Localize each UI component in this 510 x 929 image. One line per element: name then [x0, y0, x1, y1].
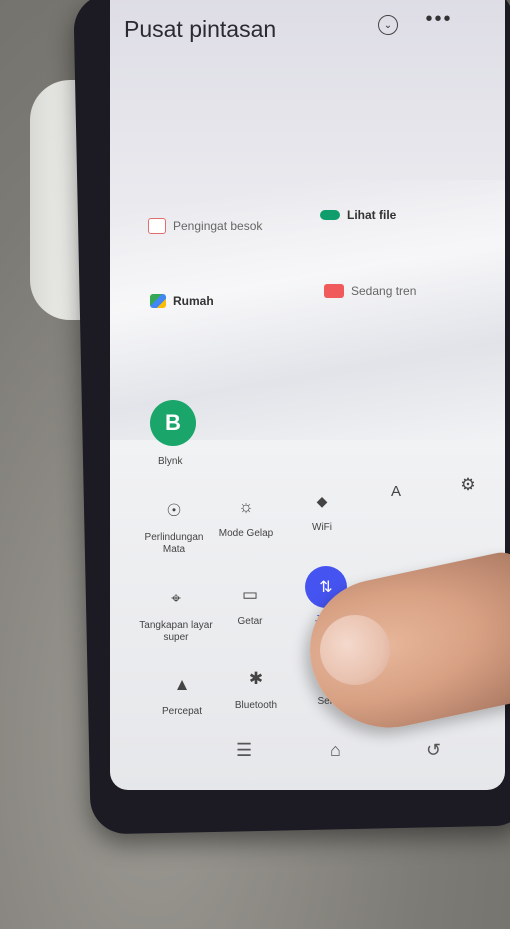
suggestion-sedang-tren[interactable]: Sedang tren	[324, 284, 416, 298]
eye-icon	[320, 210, 340, 220]
more-icon[interactable]: •••	[426, 6, 452, 32]
tile-tangkapan-layar-super[interactable]: ⌖ Tangkapan layar super	[136, 584, 216, 644]
rocket-icon: ▲	[173, 675, 191, 694]
page-title: Pusat pintasan	[124, 16, 277, 42]
tile-bluetooth[interactable]: ✱ Bluetooth	[216, 664, 296, 712]
tile-percepat[interactable]: ▲ Percepat	[142, 670, 222, 718]
settings-icon: ⚙	[460, 475, 476, 494]
suggestion-label: Lihat file	[347, 208, 397, 222]
tile-wifi[interactable]: ◆ WiFi	[282, 486, 362, 534]
font-icon: A	[390, 482, 401, 500]
eye-icon: ☉	[166, 501, 182, 520]
tile-label: Bluetooth	[234, 700, 278, 711]
suggestion-lihat-file[interactable]: Lihat file	[320, 208, 396, 222]
tile-settings[interactable]: ⚙	[428, 470, 505, 500]
bluetooth-icon: ✱	[248, 669, 264, 688]
tile-label: Getar	[237, 616, 263, 627]
brightness-icon: ☼	[238, 497, 254, 516]
tile-font[interactable]: A	[356, 476, 436, 506]
tile-mode-gelap[interactable]: ☼ Mode Gelap	[206, 492, 286, 540]
app-label: Blynk	[158, 456, 183, 467]
suggestion-label: Pengingat besok	[173, 219, 263, 233]
suggestion-pengingat-besok[interactable]: Pengingat besok	[148, 218, 262, 234]
wifi-icon: ◆	[316, 492, 328, 509]
tile-label: WiFi	[312, 522, 332, 533]
tile-label: Perlindungan Mata	[144, 532, 204, 555]
suggestion-rumah[interactable]: Rumah	[150, 294, 214, 308]
vibrate-icon: ▭	[241, 585, 259, 604]
chevron-down-icon[interactable]: ⌄	[378, 15, 398, 35]
youtube-icon	[324, 284, 344, 298]
tile-label: Tangkapan layar super	[139, 620, 213, 643]
maps-icon	[150, 294, 166, 308]
menu-icon[interactable]: ☰	[236, 740, 252, 761]
tile-label: Percepat	[161, 706, 203, 717]
suggestion-label: Sedang tren	[351, 284, 417, 298]
calendar-icon	[148, 218, 166, 234]
tile-label: Mode Gelap	[218, 528, 274, 539]
suggestion-label: Rumah	[173, 294, 214, 308]
navigation-bar: ☰ ⌂ ↺	[110, 732, 505, 772]
tile-perlindungan-mata[interactable]: ☉ Perlindungan Mata	[134, 496, 214, 556]
back-icon[interactable]: ↺	[426, 740, 441, 761]
crop-icon: ⌖	[171, 589, 181, 608]
app-icon-blynk[interactable]: B	[150, 400, 196, 446]
tile-getar[interactable]: ▭ Getar	[210, 580, 290, 628]
home-icon[interactable]: ⌂	[330, 740, 341, 761]
